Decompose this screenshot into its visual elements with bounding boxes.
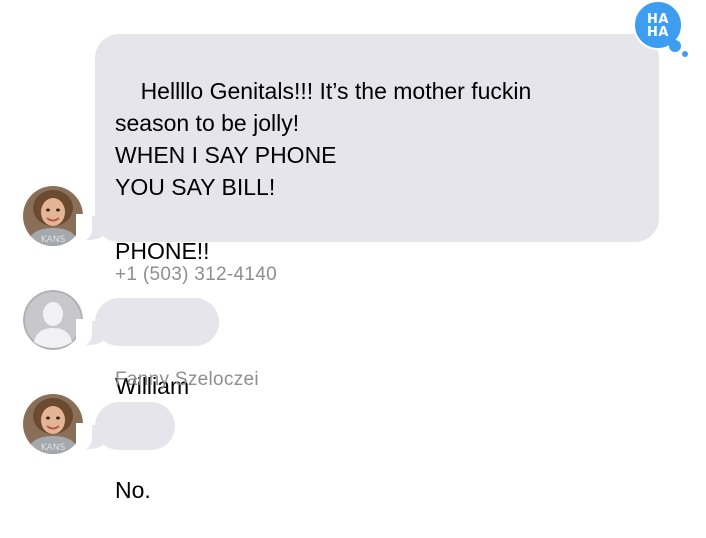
message-text-3: No. <box>115 477 151 503</box>
message-bubble-2[interactable]: William <box>95 298 219 399</box>
avatar-photo-image: KANS <box>23 186 83 246</box>
message-bubble-3[interactable]: No. <box>95 402 175 503</box>
sender-name-2: +1 (503) 312-4140 <box>115 264 277 285</box>
avatar-placeholder[interactable] <box>23 290 83 350</box>
tapback-tail-dot-small <box>682 51 688 57</box>
message-text-1: Hellllo Genitals!!! It’s the mother fuck… <box>115 78 532 264</box>
svg-text:KANS: KANS <box>41 235 66 245</box>
tapback-tail-dot-large <box>669 40 681 52</box>
svg-text:KANS: KANS <box>41 443 66 453</box>
avatar-photo-image: KANS <box>23 394 83 454</box>
person-silhouette-icon <box>23 290 83 350</box>
message-bubble-1[interactable]: Hellllo Genitals!!! It’s the mother fuck… <box>95 34 659 264</box>
sender-name-3: Fanny Szeloczei <box>115 369 259 390</box>
avatar-photo[interactable]: KANS <box>23 394 83 454</box>
avatar-photo[interactable]: KANS <box>23 186 83 246</box>
